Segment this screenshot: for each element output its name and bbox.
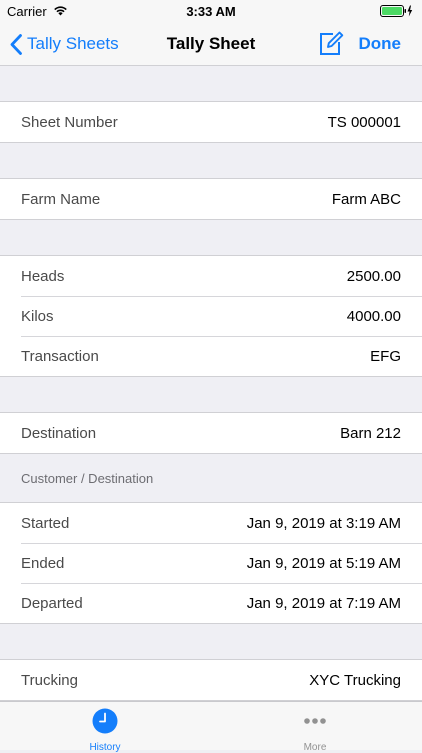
done-button[interactable]: Done bbox=[359, 34, 402, 54]
farm-section: Farm Name Farm ABC bbox=[0, 178, 422, 220]
destination-section: Destination Barn 212 bbox=[0, 412, 422, 454]
clock-icon bbox=[92, 708, 118, 734]
form-content: Sheet Number TS 000001 Farm Name Farm AB… bbox=[0, 66, 422, 701]
sheet-section: Sheet Number TS 000001 bbox=[0, 101, 422, 143]
stock-section: Heads 2500.00 Kilos 4000.00 Transaction … bbox=[0, 255, 422, 377]
trucking-section: Trucking XYC Trucking bbox=[0, 659, 422, 701]
row-value: 4000.00 bbox=[346, 307, 401, 325]
started-row[interactable]: Started Jan 9, 2019 at 3:19 AM bbox=[0, 503, 422, 543]
row-label: Transaction bbox=[21, 347, 99, 365]
row-value: Jan 9, 2019 at 7:19 AM bbox=[246, 594, 401, 612]
trucking-row[interactable]: Trucking XYC Trucking bbox=[0, 660, 422, 700]
sheet-number-row[interactable]: Sheet Number TS 000001 bbox=[0, 102, 422, 142]
tab-label: History bbox=[89, 742, 121, 753]
row-value: Jan 9, 2019 at 5:19 AM bbox=[246, 554, 401, 572]
navigation-bar: Tally Sheets Tally Sheet Done bbox=[0, 22, 422, 66]
row-label: Heads bbox=[21, 267, 65, 285]
tab-bar: History More bbox=[0, 701, 422, 753]
row-label: Ended bbox=[21, 554, 65, 572]
times-section: Started Jan 9, 2019 at 3:19 AM Ended Jan… bbox=[0, 502, 422, 624]
row-value: Farm ABC bbox=[331, 190, 401, 208]
row-value: 2500.00 bbox=[346, 267, 401, 285]
tab-history[interactable]: History bbox=[35, 708, 175, 753]
kilos-row[interactable]: Kilos 4000.00 bbox=[0, 296, 422, 336]
compose-icon bbox=[320, 31, 344, 55]
ended-row[interactable]: Ended Jan 9, 2019 at 5:19 AM bbox=[0, 543, 422, 583]
row-value: EFG bbox=[370, 347, 401, 365]
status-time: 3:33 AM bbox=[186, 4, 236, 19]
row-value: XYC Trucking bbox=[309, 671, 401, 689]
row-value: Jan 9, 2019 at 3:19 AM bbox=[246, 514, 401, 532]
farm-name-row[interactable]: Farm Name Farm ABC bbox=[0, 179, 422, 219]
row-label: Started bbox=[21, 514, 70, 532]
row-label: Destination bbox=[21, 424, 97, 442]
battery-icon bbox=[380, 5, 414, 20]
tab-more[interactable]: More bbox=[245, 708, 385, 753]
row-label: Kilos bbox=[21, 307, 54, 325]
destination-row[interactable]: Destination Barn 212 bbox=[0, 413, 422, 453]
row-label: Departed bbox=[21, 594, 83, 612]
row-label: Sheet Number bbox=[21, 113, 118, 131]
more-icon bbox=[304, 718, 326, 724]
row-label: Farm Name bbox=[21, 190, 101, 208]
compose-button[interactable] bbox=[318, 30, 344, 61]
tab-label: More bbox=[303, 742, 327, 753]
transaction-row[interactable]: Transaction EFG bbox=[0, 336, 422, 376]
row-value: Barn 212 bbox=[340, 424, 401, 442]
departed-row[interactable]: Departed Jan 9, 2019 at 7:19 AM bbox=[0, 583, 422, 623]
row-value: TS 000001 bbox=[327, 113, 401, 131]
heads-row[interactable]: Heads 2500.00 bbox=[0, 256, 422, 296]
row-label: Trucking bbox=[21, 671, 78, 689]
section-footer: Customer / Destination bbox=[21, 470, 154, 486]
status-bar: Carrier 3:33 AM bbox=[0, 0, 422, 22]
